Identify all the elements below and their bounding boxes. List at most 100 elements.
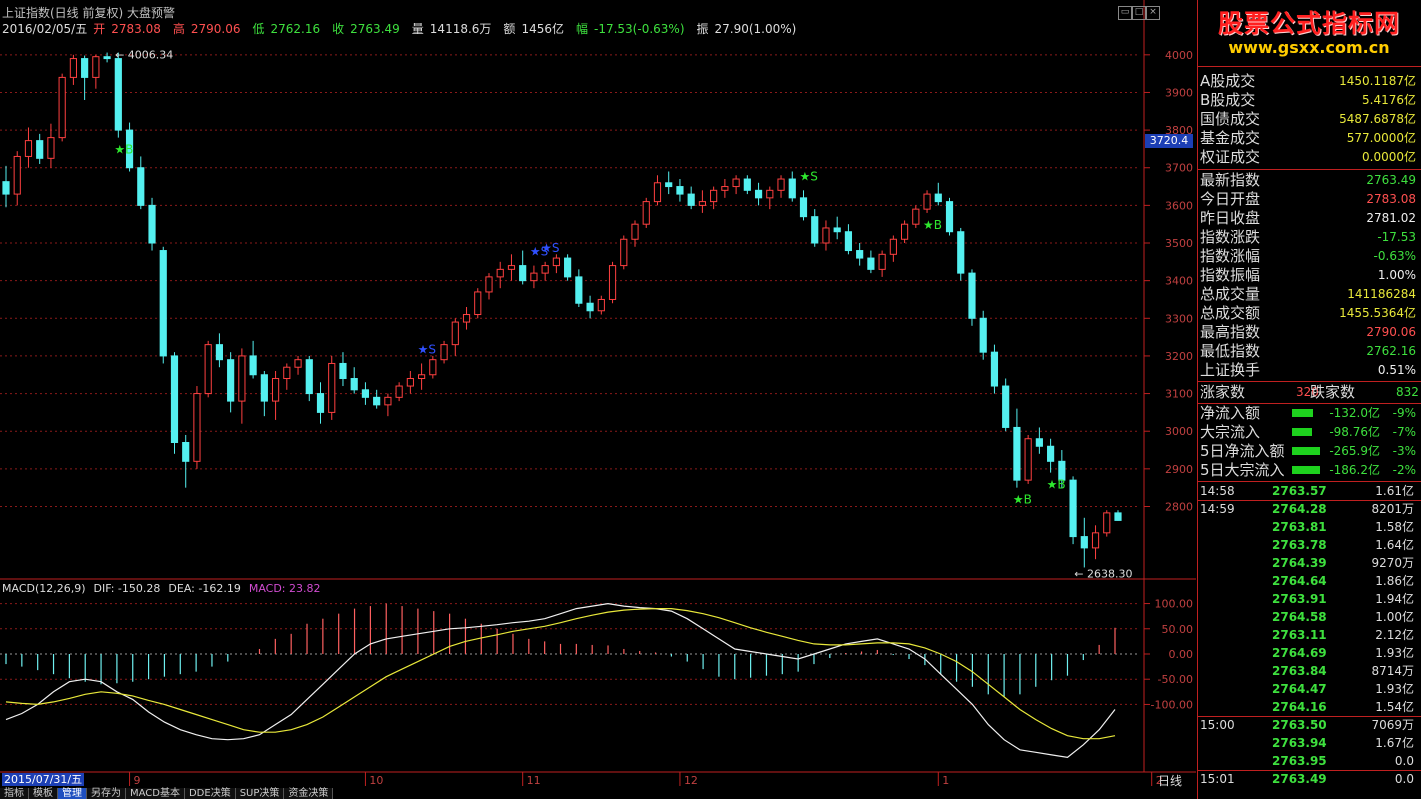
tick-row: 15:00 2763.50 7069万 [1200,716,1418,734]
candle-body [339,362,347,380]
restore-icon[interactable]: ▭ [1118,6,1132,20]
macd-tick-label: -100.00 [1151,698,1193,711]
row-value: -132.0亿 [1329,406,1380,420]
candle-body [777,178,785,191]
x-tick-label: 9 [134,774,141,787]
tab-5[interactable]: DDE决策 [184,788,236,799]
candle-body [1103,512,1111,534]
row-key: 基金成交 [1200,129,1261,147]
macd-name: MACD(12,26,9) [2,582,86,595]
candle-body [238,355,246,402]
index-stat-row: 最新指数 2763.49 [1200,171,1418,190]
tick-volume: 1.93亿 [1375,682,1414,696]
tab-2[interactable]: 管理 [58,788,87,799]
tick-volume: 1.54亿 [1375,700,1414,714]
y-tick-label: 2900 [1165,463,1193,476]
dea-line [5,608,1116,740]
panel-separator [1198,381,1421,382]
row-key: 指数涨跌 [1200,228,1261,246]
candle-body [271,378,280,402]
candle-body [1080,536,1088,549]
candle-body [193,393,201,462]
tick-row: 2764.47 1.93亿 [1200,680,1418,698]
candle-body [36,140,44,159]
maximize-icon[interactable]: □ [1132,6,1146,20]
sell-signal: ★S [541,241,559,255]
candle-body [754,189,763,199]
tick-row: 2763.95 0.0 [1200,752,1418,770]
tab-0[interactable]: 指标 [0,788,29,799]
tick-price: 2764.16 [1272,700,1327,714]
candle-body [844,231,853,252]
tick-time: 14:59 [1200,502,1235,516]
tick-price: 2763.81 [1272,520,1327,534]
candle-body [620,238,628,267]
flow-bar [1292,466,1320,474]
low-annotation: ← 2638.30 [1074,567,1132,580]
candle-body [1013,426,1021,481]
turnover-row: 国债成交 5487.6878亿 [1200,110,1418,129]
candle-body [47,137,55,159]
sell-signal: ★S [799,169,817,183]
candle-body [103,56,111,60]
tick-time: 14:58 [1200,484,1235,498]
candle-body [283,366,291,380]
row-key: 最高指数 [1200,323,1261,341]
open-value: 2783.08 [111,22,161,36]
candle-body [305,359,313,395]
tab-4[interactable]: MACD基本 [126,788,185,799]
flow-row: 大宗流入 -98.76亿 -7% [1200,423,1418,442]
tick-row: 14:59 2764.28 8201万 [1200,500,1418,518]
candle-body [1069,479,1077,538]
row-value: 1.00% [1377,268,1416,282]
y-tick-label: 3200 [1165,350,1193,363]
tick-price: 2763.50 [1272,718,1327,732]
tick-row: 2763.91 1.94亿 [1200,590,1418,608]
tab-7[interactable]: 资金决策 [284,788,334,799]
candle-body [148,204,156,244]
candle-body [799,197,808,218]
tick-price: 2764.47 [1272,682,1327,696]
y-tick-label: 4000 [1165,49,1193,62]
flow-bar [1292,428,1312,436]
candle-body [586,302,594,312]
candle-body [350,378,358,391]
y-tick-label: 3600 [1165,199,1193,212]
flow-percent: -9% [1392,406,1416,420]
candle-body [811,216,819,244]
dif-line [5,602,1116,759]
index-stat-row: 昨日收盘 2781.02 [1200,209,1418,228]
row-key: 总成交量 [1200,285,1261,303]
tick-row: 2763.81 1.58亿 [1200,518,1418,536]
y-tick-label: 3400 [1165,275,1193,288]
close-icon[interactable]: × [1146,6,1160,20]
candle-body [856,250,864,259]
row-key: 净流入额 [1200,404,1261,422]
tick-price: 2764.39 [1272,556,1327,570]
tick-volume: 8714万 [1371,664,1414,678]
panel-separator [1198,66,1421,67]
row-value: 1455.5364亿 [1339,306,1416,320]
tab-1[interactable]: 模板 [29,788,58,799]
flow-percent: -7% [1392,425,1416,439]
tick-volume: 8201万 [1371,502,1414,516]
row-key: 5日净流入额 [1200,442,1285,460]
flow-row: 净流入额 -132.0亿 -9% [1200,404,1418,423]
period-label[interactable]: 日线 [1146,772,1194,789]
low-label: 低 [252,22,265,36]
candle-body [204,344,212,395]
y-tick-label: 3700 [1165,162,1193,175]
candle-body [552,257,560,267]
candle-body [710,189,718,203]
chart-canvas[interactable]: 2800 2900 3000 3100 3200 3300 3400 3500 3600 3700… [0,0,1196,799]
high-label: 高 [172,22,185,36]
candle-body [384,396,392,406]
tab-3[interactable]: 另存为 [87,788,126,799]
candle-body [361,389,370,398]
flow-percent: -2% [1392,463,1416,477]
tick-row: 2764.39 9270万 [1200,554,1418,572]
macd-tick-label: 50.00 [1162,623,1194,636]
candle-body [316,393,325,413]
tab-6[interactable]: SUP决策 [235,788,285,799]
logo-url: www.gsxx.com.cn [1228,38,1390,57]
